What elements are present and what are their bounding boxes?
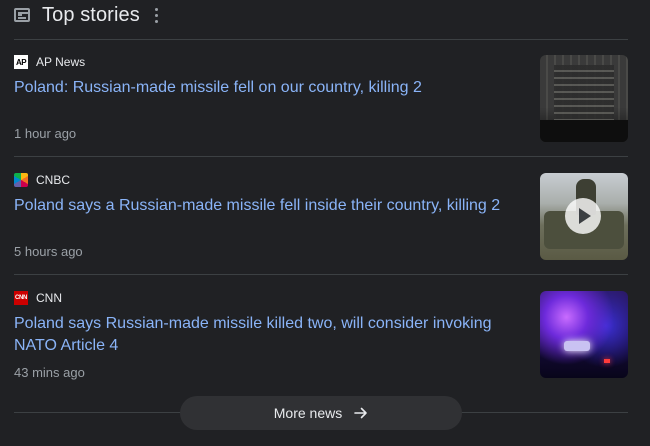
story-source: AP AP News xyxy=(14,54,628,70)
story-headline-link[interactable]: Poland says a Russian-made missile fell … xyxy=(14,195,524,217)
story-source: CNN CNN xyxy=(14,290,628,306)
more-options-icon[interactable] xyxy=(154,7,158,23)
story-thumbnail[interactable] xyxy=(540,173,628,260)
cnn-logo-icon: CNN xyxy=(14,291,28,305)
source-name: CNBC xyxy=(36,173,71,187)
section-title: Top stories xyxy=(42,3,140,26)
story-card[interactable]: AP AP News Poland: Russian-made missile … xyxy=(14,54,628,154)
more-news-button[interactable]: More news xyxy=(180,396,462,430)
story-timestamp: 5 hours ago xyxy=(14,244,83,259)
story-card[interactable]: CNBC Poland says a Russian-made missile … xyxy=(14,172,628,272)
cnbc-logo-icon xyxy=(14,173,28,187)
play-video-icon[interactable] xyxy=(565,198,601,234)
story-timestamp: 1 hour ago xyxy=(14,126,77,141)
divider xyxy=(14,39,628,40)
story-headline-link[interactable]: Poland: Russian-made missile fell on our… xyxy=(14,77,524,99)
source-name: AP News xyxy=(36,55,86,69)
story-timestamp: 43 mins ago xyxy=(14,365,85,380)
divider xyxy=(14,156,628,157)
divider xyxy=(14,274,628,275)
newspaper-icon xyxy=(14,8,30,22)
story-thumbnail[interactable] xyxy=(540,291,628,378)
top-stories-header: Top stories xyxy=(14,0,634,30)
story-source: CNBC xyxy=(14,172,628,188)
more-news-label: More news xyxy=(273,405,343,421)
story-headline-link[interactable]: Poland says Russian-made missile killed … xyxy=(14,313,524,357)
ap-news-logo-icon: AP xyxy=(14,55,28,69)
arrow-right-icon xyxy=(354,406,368,420)
story-thumbnail[interactable] xyxy=(540,55,628,142)
source-name: CNN xyxy=(36,291,62,305)
story-card[interactable]: CNN CNN Poland says Russian-made missile… xyxy=(14,290,628,390)
